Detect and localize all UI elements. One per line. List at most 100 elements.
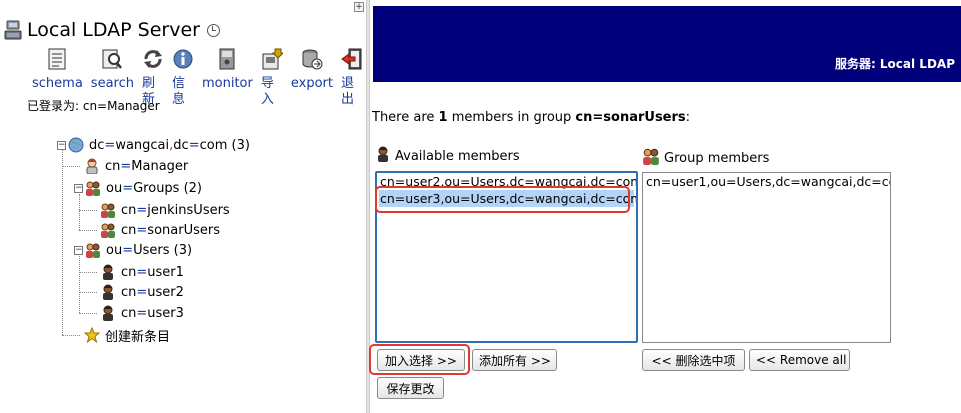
tree-node-groups[interactable]: − ou = Groups (2) [74, 178, 202, 198]
tree-eq: = [188, 137, 200, 153]
tree-value: user1 [147, 264, 184, 280]
toolbar-label: search [90, 76, 134, 91]
import-icon [261, 48, 285, 70]
tree-attr: cn [121, 305, 137, 321]
tree-node-users[interactable]: − ou = Users (3) [74, 240, 192, 260]
tree-value: sonarUsers [147, 222, 220, 238]
available-members-text: Available members [395, 148, 520, 164]
star-icon [83, 326, 101, 344]
group-icon [85, 242, 101, 258]
tree-line [79, 210, 97, 211]
collapse-toggle[interactable]: − [74, 245, 83, 255]
toolbar-label: monitor [201, 76, 253, 91]
collapse-toggle[interactable]: − [57, 140, 66, 150]
tree-eq: = [104, 137, 116, 153]
tree-node-sonar-users[interactable]: cn = sonarUsers [100, 220, 220, 240]
members-prefix: There are [372, 110, 439, 125]
tree-attr: cn [121, 284, 137, 300]
tree-eq: = [136, 264, 148, 280]
members-summary: There are 1 members in group cn=sonarUse… [372, 110, 690, 125]
banner-server-label: 服务器: Local LDAP [834, 57, 955, 71]
tree-value: user2 [147, 284, 184, 300]
header-banner: 服务器: Local LDAP [373, 6, 961, 82]
tree-line [79, 230, 97, 231]
server-title[interactable]: Local LDAP Server [27, 18, 200, 42]
search-icon [101, 48, 123, 70]
left-frame: + Local LDAP Server schema search 刷新 信息 … [0, 0, 366, 413]
tree-value: Users (3) [133, 242, 193, 258]
toolbar-logout[interactable]: 退出 [337, 48, 367, 108]
globe-icon [68, 137, 84, 153]
group-name: cn=sonarUsers [575, 110, 686, 125]
toolbar-info[interactable]: 信息 [168, 48, 198, 108]
tree-eq: = [136, 305, 148, 321]
tree-attr: cn [121, 264, 137, 280]
tree-root-value-a: wangcai [115, 137, 170, 153]
tree-node-user3[interactable]: cn = user3 [100, 303, 184, 323]
tree-eq: = [122, 242, 134, 258]
tree-attr: cn [121, 202, 137, 218]
group-icon [100, 202, 116, 218]
toolbar-label: 退出 [340, 76, 354, 107]
tree-node-user1[interactable]: cn = user1 [100, 262, 184, 282]
refresh-icon [142, 48, 164, 70]
toolbar-label: 导入 [260, 76, 274, 107]
collapse-toggle[interactable]: − [74, 183, 83, 193]
tree-node-create-new[interactable]: 创建新条目 [83, 325, 170, 345]
toolbar-label: schema [32, 76, 83, 91]
add-all-button[interactable]: 添加所有 >> [472, 349, 557, 371]
tree-attr: ou [106, 180, 123, 196]
members-suffix: : [685, 110, 691, 125]
info-icon [172, 48, 194, 70]
list-item-selected[interactable]: cn=user3,ou=Users,dc=wangcai,dc=com [379, 190, 636, 207]
tree-node-manager[interactable]: cn = Manager [84, 156, 188, 176]
tree-value: jenkinsUsers [147, 202, 230, 218]
save-changes-button[interactable]: 保存更改 [377, 377, 444, 399]
tree-node-root[interactable]: − dc = wangcai, dc = com (3) [57, 135, 250, 155]
tree-value: Manager [131, 158, 189, 174]
group-members-label: Group members [642, 147, 769, 169]
add-selected-button[interactable]: 加入选择 >> [377, 349, 465, 371]
right-frame: 服务器: Local LDAP There are 1 members in g… [369, 0, 961, 413]
user-manager-icon [84, 158, 100, 175]
tree-eq: = [136, 284, 148, 300]
tree-line [79, 256, 80, 313]
remove-selected-button[interactable]: << 删除选中项 [642, 349, 745, 371]
tree-line [62, 150, 63, 335]
tree-node-jenkins-users[interactable]: cn = jenkinsUsers [100, 200, 230, 220]
user-icon [100, 284, 116, 300]
tree-line [79, 313, 97, 314]
server-icon [4, 19, 22, 41]
toolbar-monitor[interactable]: monitor [198, 48, 257, 108]
group-members-list[interactable]: cn=user1,ou=Users,dc=wangcai,dc=com [642, 172, 891, 343]
frame-divider[interactable] [366, 0, 370, 413]
members-middle: members in group [447, 110, 576, 125]
tree-node-user2[interactable]: cn = user2 [100, 282, 184, 302]
tree-eq: = [122, 180, 134, 196]
tree-value: Groups (2) [133, 180, 203, 196]
list-item[interactable]: cn=user2,ou=Users,dc=wangcai,dc=com [379, 173, 636, 190]
expand-frame-button[interactable]: + [354, 2, 364, 12]
list-item[interactable]: cn=user1,ou=Users,dc=wangcai,dc=com [645, 173, 890, 190]
remove-all-button[interactable]: << Remove all [749, 349, 850, 371]
tree-eq: = [136, 222, 148, 238]
group-icon [85, 180, 101, 196]
export-icon [301, 48, 323, 70]
tree-line [62, 335, 80, 336]
schema-icon [46, 48, 68, 70]
group-members-text: Group members [664, 150, 770, 166]
login-info: 已登录为: cn=Manager [27, 99, 160, 113]
group-icon [642, 147, 660, 169]
clock-icon[interactable] [206, 23, 220, 37]
logout-icon [341, 48, 363, 70]
toolbar-export[interactable]: export [287, 48, 337, 108]
toolbar-label: 信息 [171, 76, 185, 107]
user-icon [100, 264, 116, 280]
toolbar-import[interactable]: 导入 [257, 48, 287, 108]
tree-root-attr-b: dc [173, 137, 189, 153]
available-members-label: Available members [375, 146, 520, 166]
members-count: 1 [438, 110, 448, 125]
available-members-list[interactable]: cn=user2,ou=Users,dc=wangcai,dc=com cn=u… [375, 171, 638, 343]
server-header: Local LDAP Server [4, 18, 220, 42]
tree-root-value-b: com (3) [199, 137, 250, 153]
